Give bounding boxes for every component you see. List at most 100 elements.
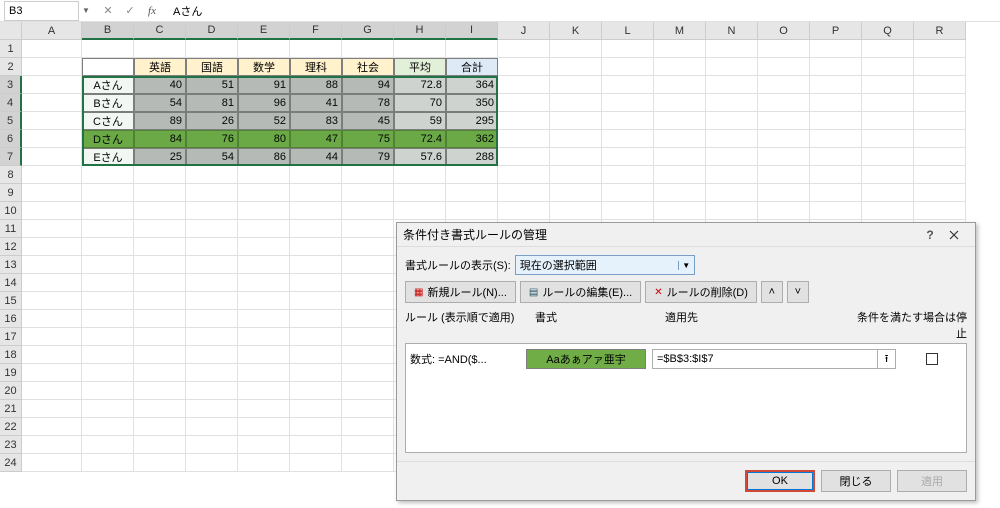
cell[interactable]: [134, 292, 186, 310]
cell[interactable]: [238, 310, 290, 328]
cell[interactable]: [914, 58, 966, 76]
cell[interactable]: [82, 310, 134, 328]
cell[interactable]: [862, 112, 914, 130]
cell[interactable]: [238, 220, 290, 238]
cell[interactable]: 78: [342, 94, 394, 112]
cell[interactable]: [758, 40, 810, 58]
row-header-3[interactable]: 3: [0, 76, 22, 94]
cell[interactable]: [22, 94, 82, 112]
cell[interactable]: [186, 310, 238, 328]
cell[interactable]: [82, 58, 134, 76]
cell[interactable]: [550, 94, 602, 112]
cell[interactable]: [498, 166, 550, 184]
cell[interactable]: [810, 94, 862, 112]
cell[interactable]: [238, 364, 290, 382]
cell[interactable]: [290, 328, 342, 346]
cell[interactable]: [914, 130, 966, 148]
row-header-21[interactable]: 21: [0, 400, 22, 418]
row-header-16[interactable]: 16: [0, 310, 22, 328]
column-header-P[interactable]: P: [810, 22, 862, 40]
cell[interactable]: [134, 328, 186, 346]
cell[interactable]: [238, 166, 290, 184]
cell[interactable]: [394, 202, 446, 220]
cell[interactable]: [186, 292, 238, 310]
rules-list[interactable]: 数式: =AND($... Aaあぁアァ亜宇 ⭱: [405, 343, 967, 453]
cell[interactable]: [238, 184, 290, 202]
cell[interactable]: [238, 436, 290, 454]
cell[interactable]: [342, 418, 394, 436]
cell[interactable]: [238, 418, 290, 436]
cell[interactable]: [654, 40, 706, 58]
cell[interactable]: [810, 202, 862, 220]
cell[interactable]: [342, 184, 394, 202]
dialog-title-bar[interactable]: 条件付き書式ルールの管理 ?: [397, 223, 975, 247]
cell[interactable]: 362: [446, 130, 498, 148]
cell[interactable]: [134, 184, 186, 202]
cell[interactable]: [602, 184, 654, 202]
cell[interactable]: [602, 94, 654, 112]
cell[interactable]: [290, 382, 342, 400]
cell[interactable]: [498, 112, 550, 130]
cell[interactable]: [186, 382, 238, 400]
cell[interactable]: [238, 202, 290, 220]
row-header-10[interactable]: 10: [0, 202, 22, 220]
cell[interactable]: [342, 256, 394, 274]
cell[interactable]: [134, 202, 186, 220]
move-down-button[interactable]: ˅: [787, 281, 809, 303]
cell[interactable]: [82, 256, 134, 274]
cell[interactable]: 54: [186, 148, 238, 166]
cell[interactable]: [498, 130, 550, 148]
cell[interactable]: [550, 112, 602, 130]
cell[interactable]: [290, 436, 342, 454]
cell[interactable]: [706, 94, 758, 112]
cell[interactable]: [706, 184, 758, 202]
cell[interactable]: [914, 184, 966, 202]
cell[interactable]: [706, 58, 758, 76]
cell[interactable]: [290, 418, 342, 436]
cell[interactable]: [550, 58, 602, 76]
cell[interactable]: 数学: [238, 58, 290, 76]
cell[interactable]: [22, 436, 82, 454]
cell[interactable]: [342, 166, 394, 184]
cell[interactable]: [862, 166, 914, 184]
cell[interactable]: [290, 274, 342, 292]
cell[interactable]: [862, 130, 914, 148]
cell[interactable]: [706, 166, 758, 184]
cell[interactable]: [602, 148, 654, 166]
cell[interactable]: [186, 238, 238, 256]
cell[interactable]: 96: [238, 94, 290, 112]
cell[interactable]: 59: [394, 112, 446, 130]
row-header-8[interactable]: 8: [0, 166, 22, 184]
cell[interactable]: [186, 418, 238, 436]
column-header-N[interactable]: N: [706, 22, 758, 40]
cell[interactable]: [22, 364, 82, 382]
cell[interactable]: [914, 76, 966, 94]
cell[interactable]: [290, 202, 342, 220]
cell[interactable]: [134, 310, 186, 328]
cell[interactable]: [134, 166, 186, 184]
cell[interactable]: [446, 184, 498, 202]
column-header-Q[interactable]: Q: [862, 22, 914, 40]
row-header-23[interactable]: 23: [0, 436, 22, 454]
cell[interactable]: [290, 238, 342, 256]
cell[interactable]: [186, 274, 238, 292]
cell[interactable]: [82, 382, 134, 400]
cell[interactable]: [342, 454, 394, 472]
cell[interactable]: [342, 364, 394, 382]
cell[interactable]: 社会: [342, 58, 394, 76]
cell[interactable]: [134, 346, 186, 364]
cell[interactable]: 350: [446, 94, 498, 112]
cell[interactable]: [22, 400, 82, 418]
cell[interactable]: 51: [186, 76, 238, 94]
rule-row[interactable]: 数式: =AND($... Aaあぁアァ亜宇 ⭱: [410, 348, 962, 370]
cell[interactable]: [238, 238, 290, 256]
cell[interactable]: [758, 130, 810, 148]
cell[interactable]: 理科: [290, 58, 342, 76]
cell[interactable]: [238, 454, 290, 472]
cell[interactable]: [550, 40, 602, 58]
cell[interactable]: [82, 436, 134, 454]
cell[interactable]: [914, 148, 966, 166]
cell[interactable]: [186, 400, 238, 418]
worksheet-grid[interactable]: ABCDEFGHIJKLMNOPQR 123456789101112131415…: [0, 22, 1000, 508]
row-header-14[interactable]: 14: [0, 274, 22, 292]
